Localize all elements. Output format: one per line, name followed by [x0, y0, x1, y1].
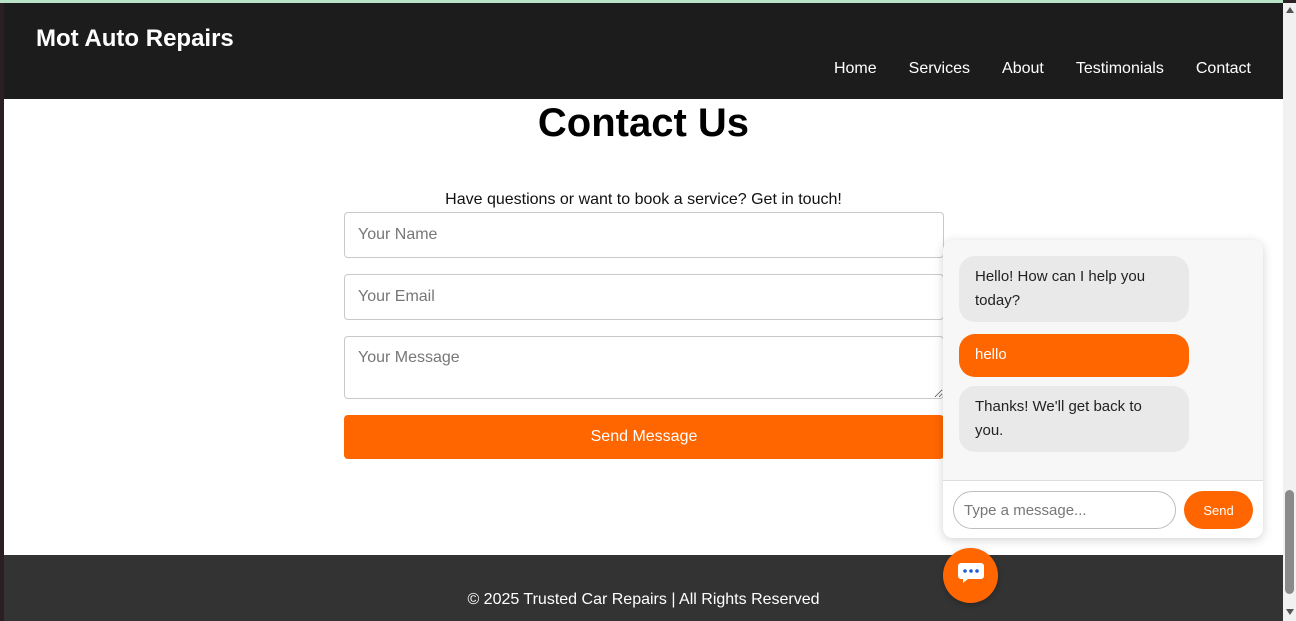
nav-link-contact[interactable]: Contact — [1196, 60, 1251, 78]
scrollbar-thumb[interactable] — [1285, 490, 1294, 594]
page-scrollbar[interactable] — [1283, 3, 1296, 621]
nav-link-home[interactable]: Home — [834, 60, 877, 78]
chat-message-bot: Hello! How can I help you today? — [959, 256, 1189, 322]
chat-input-bar: Send — [943, 480, 1263, 538]
chat-bubble-icon — [957, 561, 985, 590]
nav-link-testimonials[interactable]: Testimonials — [1076, 60, 1164, 78]
nav-link-about[interactable]: About — [1002, 60, 1044, 78]
contact-intro-text: Have questions or want to book a service… — [445, 191, 842, 208]
page-title: Contact Us — [537, 101, 750, 145]
footer: © 2025 Trusted Car Repairs | All Rights … — [4, 555, 1283, 621]
brand-logo-text[interactable]: Mot Auto Repairs — [36, 25, 234, 53]
navbar: Mot Auto Repairs Home Services About Tes… — [4, 3, 1283, 99]
scroll-up-arrow-icon[interactable] — [1283, 3, 1296, 17]
name-input[interactable] — [344, 212, 944, 258]
footer-copyright: © 2025 Trusted Car Repairs | All Rights … — [467, 591, 820, 608]
chat-message-input[interactable] — [953, 491, 1176, 529]
chat-widget-panel: Hello! How can I help you today? hello T… — [943, 240, 1263, 538]
scroll-down-arrow-icon[interactable] — [1283, 605, 1296, 619]
send-message-button[interactable]: Send Message — [344, 415, 944, 459]
email-input[interactable] — [344, 274, 944, 320]
chat-message-bot: Thanks! We'll get back to you. — [959, 386, 1189, 452]
message-textarea[interactable] — [344, 336, 944, 399]
chat-message-user: hello — [959, 334, 1189, 377]
main-nav: Home Services About Testimonials Contact — [834, 60, 1251, 78]
chat-send-button[interactable]: Send — [1184, 491, 1253, 529]
nav-link-services[interactable]: Services — [909, 60, 970, 78]
chat-toggle-button[interactable] — [943, 548, 998, 603]
